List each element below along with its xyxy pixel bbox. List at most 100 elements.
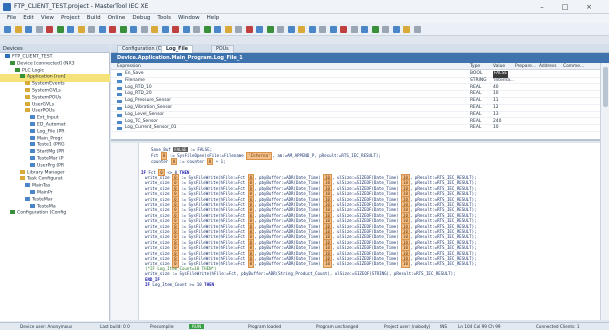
tree-item-label: TesteMar (P xyxy=(37,156,64,162)
tree-item[interactable]: Configuration (Config xyxy=(0,210,110,217)
variable-name: Filename xyxy=(125,77,145,83)
menu-item-debug[interactable]: Debug xyxy=(132,14,150,23)
toolbar-tool-icon[interactable] xyxy=(287,26,295,33)
tree-item-label: SystemEvents xyxy=(32,81,65,87)
toolbar-tool-icon[interactable] xyxy=(214,26,221,33)
toolbar-tool-icon[interactable] xyxy=(340,26,347,33)
toolbar-tool-icon[interactable] xyxy=(403,26,410,33)
toolbar-tool-icon[interactable] xyxy=(371,26,379,33)
variable-icon xyxy=(117,79,122,83)
menu-item-tools[interactable]: Tools xyxy=(157,14,171,23)
vertical-scrollbar[interactable] xyxy=(600,63,609,320)
toolbar-tool-icon[interactable] xyxy=(361,26,368,33)
scrollbar-thumb[interactable] xyxy=(603,67,608,107)
toolbar-tool-icon[interactable] xyxy=(140,26,148,33)
toolbar-tool-icon[interactable] xyxy=(88,26,95,33)
col-expression[interactable]: Expression xyxy=(117,64,141,69)
toolbar-tool-icon[interactable] xyxy=(14,26,22,33)
toolbar-tool-icon[interactable] xyxy=(319,26,326,33)
code-editor[interactable]: Save_Buf FALSE := FALSE; Fct 0 := SysFile… xyxy=(111,143,600,320)
menu-item-file[interactable]: File xyxy=(7,14,16,23)
tree-item-label: Teste1 (PRG xyxy=(37,142,65,148)
title-bar: FTP_CLIENT_TEST.project - MasterTool IEC… xyxy=(0,0,609,14)
col-prepared[interactable]: Prepare... xyxy=(515,64,536,69)
col-address[interactable]: Address xyxy=(539,64,557,69)
watch-path: Device.Application.Main_Program.Log_File… xyxy=(117,55,243,61)
close-button[interactable]: × xyxy=(580,2,598,12)
toolbar-tool-icon[interactable] xyxy=(35,26,43,33)
toolbar-tool-icon[interactable] xyxy=(413,26,421,33)
editor-tab[interactable]: Log_File xyxy=(161,45,194,53)
tree-item-label: Library Manager xyxy=(27,170,65,176)
toolbar-tool-icon[interactable] xyxy=(161,26,169,33)
toolbar-tool-icon[interactable] xyxy=(277,26,284,33)
menu-item-build[interactable]: Build xyxy=(87,14,101,23)
toolbar-tool-icon[interactable] xyxy=(245,26,253,33)
variable-value: 13 xyxy=(493,111,499,117)
toolbar-tool-icon[interactable] xyxy=(298,26,305,33)
toolbar-tool-icon[interactable] xyxy=(382,26,389,33)
tree-node-icon xyxy=(30,190,35,194)
variable-icon xyxy=(117,127,122,131)
toolbar-tool-icon[interactable] xyxy=(109,26,116,33)
variable-row[interactable]: Log_Level_Sensor REAL 13 xyxy=(111,112,600,119)
toolbar-tool-icon[interactable] xyxy=(329,26,337,33)
col-type[interactable]: Type xyxy=(470,64,480,69)
tree-node-icon xyxy=(30,142,35,147)
toolbar-tool-icon[interactable] xyxy=(182,26,190,33)
menu-item-window[interactable]: Window xyxy=(178,14,200,23)
col-comment[interactable]: Comme... xyxy=(563,64,584,69)
minimize-button[interactable]: – xyxy=(533,2,551,12)
variable-name: Log_Vibration_Sensor xyxy=(125,105,173,110)
toolbar-tool-icon[interactable] xyxy=(266,26,274,33)
tree-item-label: Configuration (Config xyxy=(17,210,67,216)
tree-node-icon xyxy=(20,74,25,79)
menu-item-view[interactable]: View xyxy=(41,14,54,23)
menu-item-help[interactable]: Help xyxy=(207,14,220,23)
variable-icon xyxy=(117,93,122,97)
toolbar-tool-icon[interactable] xyxy=(350,26,358,33)
variable-row[interactable]: Log_Pressure_Sensor REAL 11 xyxy=(111,98,600,105)
variable-row[interactable]: Log_Vibration_Sensor REAL 12 xyxy=(111,105,600,112)
toolbar-tool-icon[interactable] xyxy=(203,26,211,33)
toolbar-tool-icon[interactable] xyxy=(98,26,106,33)
variable-row[interactable]: Log_RTD_20 REAL 10 xyxy=(111,91,600,98)
tree-item-label: PLC Logic xyxy=(22,68,45,74)
toolbar-tool-icon[interactable] xyxy=(25,26,32,33)
variable-row[interactable]: Log_RTD_10 REAL 40 xyxy=(111,85,600,92)
toolbar-tool-icon[interactable] xyxy=(119,26,127,33)
toolbar-tool-icon[interactable] xyxy=(172,26,179,33)
variable-row[interactable]: Log_Current_Sensor_01 REAL 10 xyxy=(111,125,600,132)
toolbar-tool-icon[interactable] xyxy=(77,26,85,33)
tree-item-label: FTP_CLIENT_TEST xyxy=(12,54,53,60)
toolbar-tool-icon[interactable] xyxy=(392,26,400,33)
menu-item-online[interactable]: Online xyxy=(108,14,126,23)
toolbar-tool-icon[interactable] xyxy=(193,26,200,33)
variable-row[interactable]: Log_TC_Sensor REAL 240 xyxy=(111,119,600,126)
toolbar-tool-icon[interactable] xyxy=(308,26,316,33)
toolbar-tool-icon[interactable] xyxy=(67,26,74,33)
tree-node-icon xyxy=(20,176,25,181)
toolbar-tool-icon[interactable] xyxy=(224,26,232,33)
toolbar-tool-icon[interactable] xyxy=(256,26,263,33)
toolbar-tool-icon[interactable] xyxy=(151,26,158,33)
menu-item-edit[interactable]: Edit xyxy=(23,14,34,23)
variable-row[interactable]: Filename STRING 'Interna... xyxy=(111,78,600,85)
toolbar-tool-icon[interactable] xyxy=(4,26,11,33)
maximize-button[interactable]: □ xyxy=(556,2,574,12)
editor-tab[interactable]: POUs xyxy=(211,45,234,53)
variable-value: FALSE xyxy=(493,71,509,78)
col-value[interactable]: Value xyxy=(493,64,505,69)
toolbar-tool-icon[interactable] xyxy=(46,26,53,33)
variable-table-header: Expression Type Value Prepare... Address… xyxy=(111,63,600,70)
toolbar xyxy=(0,23,609,36)
menu-item-project[interactable]: Project xyxy=(61,14,80,23)
variable-row[interactable]: En_Save BOOL FALSE xyxy=(111,71,600,78)
tree-node-icon xyxy=(30,115,35,120)
toolbar-tool-icon[interactable] xyxy=(130,26,137,33)
toolbar-tool-icon[interactable] xyxy=(56,26,64,33)
tree-item-label: UserPOUs xyxy=(32,108,55,114)
toolbar-tool-icon[interactable] xyxy=(235,26,242,33)
variable-icon xyxy=(117,107,122,110)
connected-clients: Connected Clients: 1 xyxy=(536,324,580,329)
